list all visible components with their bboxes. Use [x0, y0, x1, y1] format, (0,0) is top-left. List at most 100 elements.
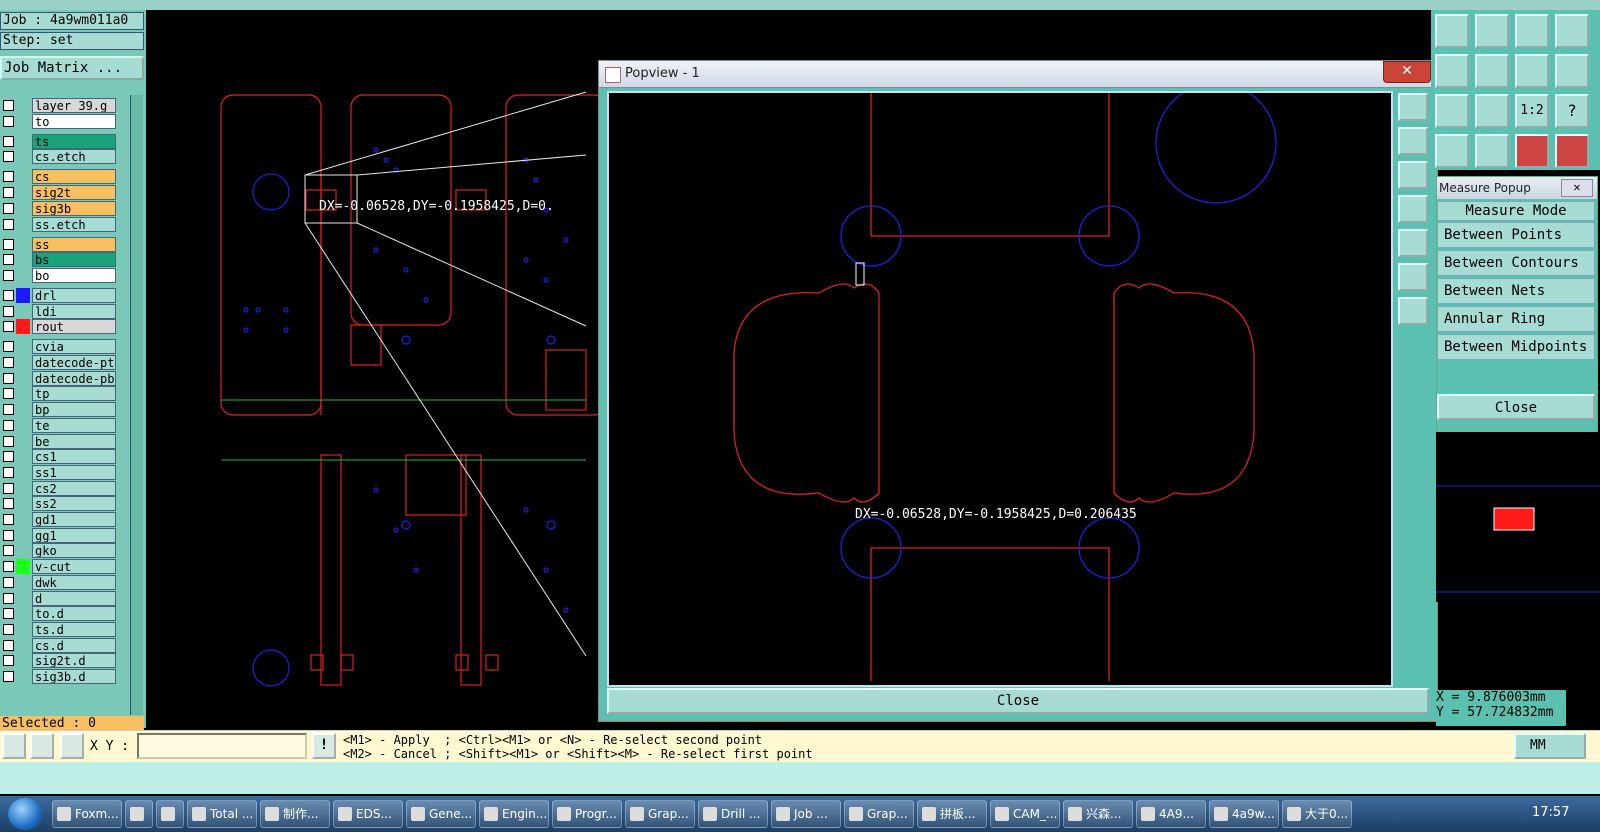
pan-down-icon[interactable] — [1398, 161, 1428, 189]
layer-name[interactable]: cvia — [32, 339, 116, 355]
layer-row[interactable]: cs1 — [0, 449, 118, 465]
layer-checkbox[interactable] — [3, 305, 14, 317]
taskbar-item[interactable]: Engin... — [479, 800, 549, 828]
pan-left-icon[interactable] — [1435, 54, 1469, 88]
layer-name[interactable]: be — [32, 433, 116, 449]
taskbar-item[interactable] — [156, 800, 184, 828]
layer-row[interactable]: datecode-ptc — [0, 355, 118, 370]
taskbar-item[interactable]: Job ... — [771, 800, 841, 828]
taskbar-item[interactable]: Foxm... — [52, 800, 122, 828]
layer-row[interactable]: bo — [0, 267, 118, 283]
layer-checkbox[interactable] — [3, 545, 14, 557]
layer-name[interactable]: cs.d — [32, 637, 116, 653]
layer-row[interactable]: sig2t — [0, 185, 118, 201]
layer-name[interactable]: sig3b — [32, 200, 116, 216]
popview-close-button[interactable]: Close — [607, 688, 1429, 714]
units-select[interactable]: MM — [1514, 733, 1586, 759]
layer-row[interactable]: gg1 — [0, 527, 118, 543]
layer-name[interactable]: ss1 — [32, 464, 116, 480]
layer-checkbox[interactable] — [3, 561, 14, 573]
taskbar-item[interactable]: 4A9... — [1136, 800, 1206, 828]
layer-name[interactable]: cs2 — [32, 480, 116, 496]
layer-checkbox[interactable] — [3, 451, 14, 463]
layer-row[interactable]: to — [0, 113, 118, 129]
layer-name[interactable]: ts.d — [32, 621, 116, 637]
layer-row[interactable]: cs — [0, 169, 118, 185]
layer-checkbox[interactable] — [3, 529, 14, 541]
layer-checkbox[interactable] — [3, 171, 14, 183]
layer-name[interactable]: cs1 — [32, 449, 116, 465]
taskbar-item[interactable]: 4a9w... — [1209, 800, 1279, 828]
layer-row[interactable]: tp — [0, 386, 118, 402]
taskbar-item[interactable]: 大于0... — [1282, 800, 1352, 828]
layer-name[interactable]: d — [32, 590, 116, 606]
layer-checkbox[interactable] — [3, 671, 14, 682]
layer-name[interactable]: cs.etch — [32, 149, 116, 165]
measure-close-button[interactable]: Close — [1437, 394, 1595, 420]
pan-up-icon[interactable] — [1398, 127, 1428, 155]
layer-row[interactable]: ss1 — [0, 464, 118, 480]
pan-left-icon[interactable] — [1398, 195, 1428, 223]
layer-row[interactable]: sig3b — [0, 200, 118, 216]
start-button[interactable] — [8, 798, 42, 830]
layer-name[interactable]: sig2t.d — [32, 653, 116, 669]
mode-between-points[interactable]: Between Points — [1437, 222, 1595, 248]
layer-name[interactable]: gd1 — [32, 512, 116, 527]
taskbar-item[interactable]: 拼板... — [917, 800, 987, 828]
layer-name[interactable]: to.d — [32, 606, 116, 622]
layer-checkbox[interactable] — [3, 404, 14, 416]
popview-close-x-button[interactable]: ✕ — [1383, 61, 1431, 83]
layer-row[interactable]: cvia — [0, 339, 118, 355]
layer-row[interactable]: ss — [0, 236, 118, 252]
layer-checkbox[interactable] — [3, 269, 14, 281]
layer-name[interactable]: drl — [32, 287, 116, 303]
taskbar-item[interactable]: Grap... — [844, 800, 914, 828]
layer-row[interactable]: d — [0, 590, 118, 606]
layer-checkbox[interactable] — [3, 498, 14, 510]
taskbar-item[interactable]: Grap... — [625, 800, 695, 828]
layer-checkbox[interactable] — [3, 608, 14, 620]
netlist-icon[interactable] — [1515, 134, 1549, 168]
layer-checkbox[interactable] — [3, 388, 14, 400]
layer-name[interactable]: to — [32, 113, 116, 129]
undo-icon[interactable] — [1515, 54, 1549, 88]
layer-row[interactable]: rout — [0, 319, 118, 335]
layer-checkbox[interactable] — [3, 238, 14, 250]
system-tray[interactable] — [1418, 804, 1518, 824]
layer-name[interactable]: v-cut — [32, 559, 116, 575]
layer-name[interactable]: ss.etch — [32, 216, 116, 232]
layer-checkbox[interactable] — [3, 372, 14, 384]
pan-right-icon[interactable] — [1475, 54, 1509, 88]
zoom-in-icon[interactable] — [1398, 263, 1428, 291]
layer-checkbox[interactable] — [3, 419, 14, 431]
layer-checkbox[interactable] — [3, 623, 14, 635]
layer-row[interactable]: sig2t.d — [0, 653, 118, 669]
layer-name[interactable]: tp — [32, 386, 116, 402]
layer-name[interactable]: sig2t — [32, 185, 116, 201]
layer-name[interactable]: rout — [32, 319, 116, 335]
layer-checkbox[interactable] — [3, 202, 14, 214]
layer-row[interactable]: layer_39.g — [0, 98, 118, 113]
zoom-out-icon[interactable] — [1398, 297, 1428, 325]
layer-row[interactable]: dwk — [0, 574, 118, 590]
layer-row[interactable]: gd1 — [0, 512, 118, 527]
pan-down-icon[interactable] — [1475, 14, 1509, 48]
layer-row[interactable]: ss.etch — [0, 216, 118, 232]
taskbar-item[interactable]: 兴森... — [1063, 800, 1133, 828]
mode-between-contours[interactable]: Between Contours — [1437, 250, 1595, 276]
warning-button[interactable]: ! — [312, 733, 336, 759]
popview-canvas[interactable]: DX=-0.06528,DY=-0.1958425,D=0.206435 — [607, 82, 1393, 687]
help-button[interactable]: ? — [1555, 94, 1589, 128]
taskbar-item[interactable]: EDS... — [333, 800, 403, 828]
layer-name[interactable]: cs — [32, 169, 116, 185]
layer-checkbox[interactable] — [3, 218, 14, 230]
layer-row[interactable]: datecode-pbc — [0, 370, 118, 386]
taskbar-item[interactable]: Drill ... — [698, 800, 768, 828]
layer-checkbox[interactable] — [3, 655, 14, 667]
layer-scrollbar[interactable] — [130, 95, 143, 715]
taskbar-item[interactable]: Progr... — [552, 800, 622, 828]
pan-right-icon[interactable] — [1398, 229, 1428, 257]
grid-icon[interactable] — [1475, 134, 1509, 168]
zoom-tool-icon[interactable] — [1398, 93, 1428, 121]
layer-checkbox[interactable] — [3, 187, 14, 199]
